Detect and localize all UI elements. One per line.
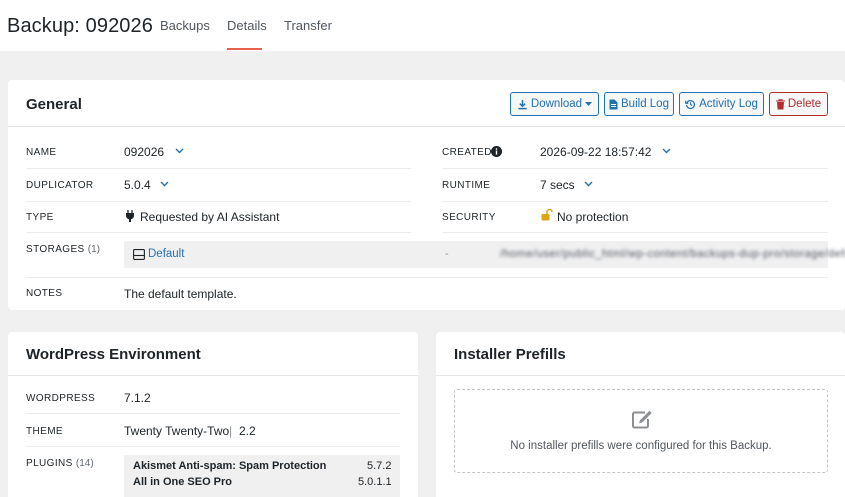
- tab-transfer[interactable]: Transfer: [284, 18, 332, 33]
- wordpress-version: 7.1.2: [124, 391, 151, 405]
- info-icon[interactable]: [491, 146, 502, 157]
- delete-label: Delete: [787, 98, 822, 110]
- divider: [26, 277, 828, 278]
- history-icon: [685, 99, 696, 109]
- plugin-version: 5.7.2: [367, 460, 392, 472]
- tab-backups[interactable]: Backups: [160, 18, 210, 33]
- edit-icon: [632, 410, 652, 429]
- divider: [26, 413, 400, 414]
- caret-down-icon: [585, 101, 593, 106]
- security-value: No protection: [557, 210, 629, 224]
- name-chevron-down-icon[interactable]: [175, 148, 184, 154]
- name-label: NAME: [26, 147, 57, 158]
- download-icon: [518, 99, 527, 109]
- download-label: Download: [530, 98, 583, 110]
- build-log-label: Build Log: [621, 98, 669, 110]
- hard-drive-icon: [133, 249, 145, 260]
- unlocked-lock-icon: [541, 209, 553, 221]
- plug-icon: [126, 210, 134, 222]
- delete-button[interactable]: Delete: [769, 92, 828, 116]
- download-button[interactable]: Download: [510, 92, 599, 116]
- runtime-value: 7 secs: [540, 178, 575, 192]
- type-label: TYPE: [26, 212, 54, 223]
- active-tab-indicator: [227, 48, 262, 50]
- theme-version: 2.2: [239, 424, 256, 438]
- divider: [26, 168, 411, 169]
- installer-prefills-title: Installer Prefills: [454, 346, 566, 363]
- name-value: 092026: [124, 145, 165, 159]
- plugin-name: All in One SEO Pro: [133, 476, 233, 488]
- file-icon: [609, 99, 618, 109]
- storages-label-text: STORAGES: [26, 244, 85, 255]
- divider: [26, 232, 411, 233]
- storages-count: (1): [87, 244, 101, 255]
- type-value: Requested by AI Assistant: [140, 210, 280, 224]
- notes-label: NOTES: [26, 288, 63, 299]
- tab-details[interactable]: Details: [227, 18, 267, 33]
- security-label: SECURITY: [442, 212, 496, 223]
- page-title: Backup: 092026: [7, 15, 153, 37]
- plugin-name: Akismet Anti-spam: Spam Protection: [133, 460, 327, 472]
- divider: [442, 232, 828, 233]
- divider: [26, 201, 411, 202]
- theme-separator: |: [229, 424, 233, 438]
- storage-default-link[interactable]: Default: [148, 248, 184, 260]
- activity-log-label: Activity Log: [699, 98, 758, 110]
- duplicator-label: DUPLICATOR: [26, 180, 94, 191]
- top-bar: Backup: 092026 Backups Details Transfer: [0, 0, 845, 51]
- plugin-version: 5.0.1.1: [358, 476, 392, 488]
- theme-label: THEME: [26, 426, 63, 437]
- storage-path-redacted: /home/user/public_html/wp-content/backup…: [500, 248, 845, 260]
- installer-prefills-empty-state: No installer prefills were configured fo…: [454, 389, 828, 473]
- divider: [442, 168, 828, 169]
- duplicator-chevron-down-icon[interactable]: [160, 181, 169, 187]
- wordpress-environment-title: WordPress Environment: [26, 346, 201, 363]
- theme-name: Twenty Twenty-Two: [124, 424, 230, 438]
- notes-value: The default template.: [124, 287, 237, 301]
- divider: [442, 201, 828, 202]
- created-label: CREATED: [442, 147, 492, 158]
- runtime-chevron-down-icon[interactable]: [584, 181, 593, 187]
- created-value: 2026-09-22 18:57:42: [540, 145, 652, 159]
- installer-prefills-empty-text: No installer prefills were configured fo…: [510, 440, 772, 452]
- runtime-label: RUNTIME: [442, 180, 491, 191]
- duplicator-value: 5.0.4: [124, 178, 151, 192]
- build-log-button[interactable]: Build Log: [604, 92, 674, 116]
- created-chevron-down-icon[interactable]: [662, 148, 671, 154]
- trash-icon: [775, 98, 785, 109]
- storage-separator: -: [445, 248, 449, 260]
- general-title: General: [26, 96, 82, 113]
- plugins-count: (14): [75, 458, 94, 469]
- plugins-label-text: PLUGINS: [26, 458, 73, 469]
- activity-log-button[interactable]: Activity Log: [679, 92, 764, 116]
- plugins-label: PLUGINS (14): [26, 458, 94, 469]
- storages-label: STORAGES (1): [26, 244, 100, 255]
- divider: [26, 446, 400, 447]
- wordpress-label: WORDPRESS: [26, 393, 96, 404]
